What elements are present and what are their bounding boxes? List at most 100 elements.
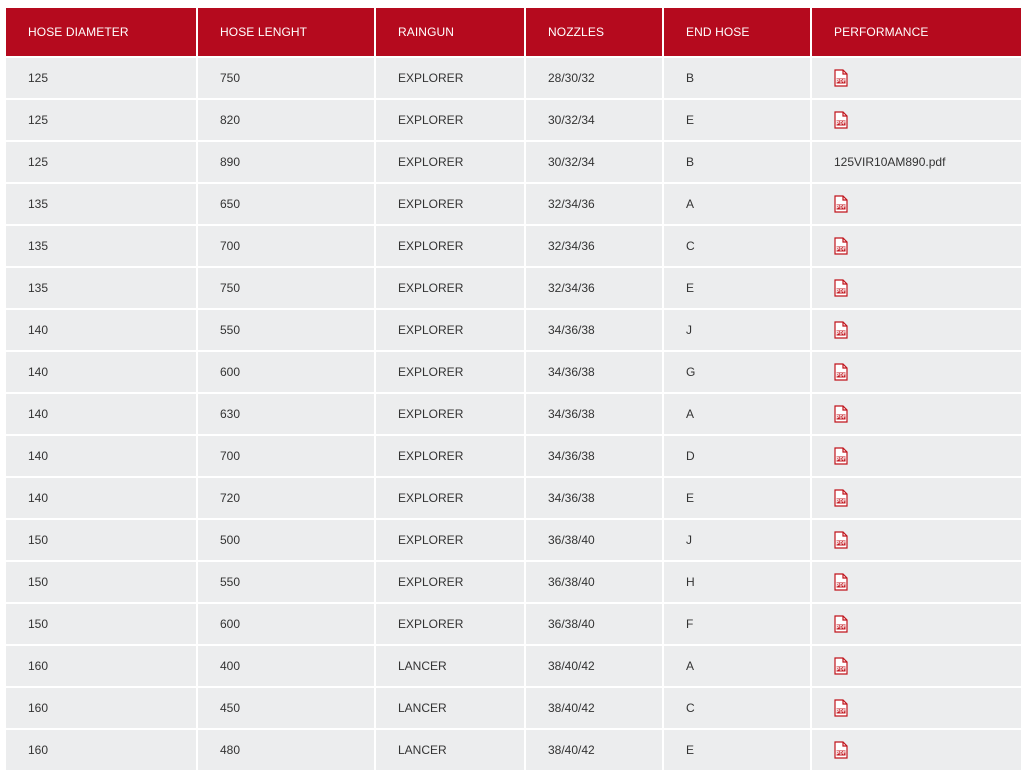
cell-hose-diameter: 150: [6, 520, 196, 560]
svg-text:PDF: PDF: [836, 121, 846, 126]
cell-performance: PDF: [812, 394, 1021, 434]
cell-hose-length: 750: [198, 268, 374, 308]
cell-hose-length: 500: [198, 520, 374, 560]
cell-hose-length: 450: [198, 688, 374, 728]
svg-text:PDF: PDF: [836, 667, 846, 672]
table-row: 160 400 LANCER 38/40/42 A PDF: [6, 646, 1021, 686]
cell-performance: PDF: [812, 184, 1021, 224]
table-row: 160 480 LANCER 38/40/42 E PDF: [6, 730, 1021, 770]
header-hose-diameter: HOSE DIAMETER: [6, 8, 196, 56]
cell-end-hose: E: [664, 478, 810, 518]
cell-hose-diameter: 125: [6, 58, 196, 98]
cell-nozzles: 32/34/36: [526, 184, 662, 224]
pdf-icon[interactable]: PDF: [834, 573, 848, 591]
pdf-icon[interactable]: PDF: [834, 195, 848, 213]
cell-nozzles: 36/38/40: [526, 562, 662, 602]
cell-hose-length: 600: [198, 604, 374, 644]
cell-nozzles: 38/40/42: [526, 646, 662, 686]
cell-end-hose: C: [664, 226, 810, 266]
pdf-icon[interactable]: PDF: [834, 531, 848, 549]
pdf-icon[interactable]: PDF: [834, 363, 848, 381]
cell-hose-diameter: 140: [6, 436, 196, 476]
cell-hose-diameter: 160: [6, 646, 196, 686]
cell-performance: PDF: [812, 58, 1021, 98]
table-row: 140 550 EXPLORER 34/36/38 J PDF: [6, 310, 1021, 350]
svg-text:PDF: PDF: [836, 373, 846, 378]
cell-hose-length: 750: [198, 58, 374, 98]
cell-end-hose: H: [664, 562, 810, 602]
svg-text:PDF: PDF: [836, 331, 846, 336]
cell-nozzles: 38/40/42: [526, 688, 662, 728]
pdf-icon[interactable]: PDF: [834, 69, 848, 87]
pdf-icon[interactable]: PDF: [834, 657, 848, 675]
cell-raingun: EXPLORER: [376, 436, 524, 476]
cell-hose-diameter: 140: [6, 352, 196, 392]
cell-end-hose: A: [664, 646, 810, 686]
pdf-icon[interactable]: PDF: [834, 741, 848, 759]
cell-performance: PDF: [812, 226, 1021, 266]
cell-end-hose: D: [664, 436, 810, 476]
pdf-icon[interactable]: PDF: [834, 615, 848, 633]
pdf-icon[interactable]: PDF: [834, 447, 848, 465]
cell-end-hose: E: [664, 730, 810, 770]
cell-raingun: EXPLORER: [376, 562, 524, 602]
cell-nozzles: 34/36/38: [526, 394, 662, 434]
cell-end-hose: A: [664, 394, 810, 434]
cell-nozzles: 34/36/38: [526, 478, 662, 518]
header-hose-length: HOSE LENGHT: [198, 8, 374, 56]
svg-text:PDF: PDF: [836, 415, 846, 420]
pdf-file-link[interactable]: 125VIR10AM890.pdf: [834, 155, 945, 169]
cell-hose-length: 650: [198, 184, 374, 224]
cell-nozzles: 34/36/38: [526, 352, 662, 392]
cell-performance: PDF: [812, 604, 1021, 644]
pdf-icon[interactable]: PDF: [834, 279, 848, 297]
cell-hose-diameter: 135: [6, 268, 196, 308]
pdf-icon[interactable]: PDF: [834, 405, 848, 423]
cell-hose-diameter: 135: [6, 226, 196, 266]
cell-raingun: EXPLORER: [376, 604, 524, 644]
cell-hose-length: 600: [198, 352, 374, 392]
cell-nozzles: 36/38/40: [526, 520, 662, 560]
table-row: 125 820 EXPLORER 30/32/34 E PDF: [6, 100, 1021, 140]
cell-end-hose: E: [664, 268, 810, 308]
cell-end-hose: F: [664, 604, 810, 644]
cell-nozzles: 34/36/38: [526, 310, 662, 350]
cell-performance: PDF: [812, 520, 1021, 560]
cell-raingun: LANCER: [376, 646, 524, 686]
cell-nozzles: 30/32/34: [526, 100, 662, 140]
table-body: 125 750 EXPLORER 28/30/32 B PDF 125 820 EXPLORER…: [6, 58, 1021, 770]
table-row: 125 750 EXPLORER 28/30/32 B PDF: [6, 58, 1021, 98]
cell-hose-diameter: 140: [6, 394, 196, 434]
cell-hose-diameter: 150: [6, 604, 196, 644]
table-row: 135 750 EXPLORER 32/34/36 E PDF: [6, 268, 1021, 308]
cell-hose-length: 550: [198, 562, 374, 602]
cell-end-hose: C: [664, 688, 810, 728]
pdf-icon[interactable]: PDF: [834, 489, 848, 507]
cell-hose-length: 550: [198, 310, 374, 350]
cell-raingun: EXPLORER: [376, 478, 524, 518]
table-row: 140 630 EXPLORER 34/36/38 A PDF: [6, 394, 1021, 434]
cell-performance: PDF: [812, 436, 1021, 476]
cell-nozzles: 32/34/36: [526, 268, 662, 308]
cell-hose-length: 630: [198, 394, 374, 434]
cell-end-hose: B: [664, 142, 810, 182]
cell-nozzles: 30/32/34: [526, 142, 662, 182]
cell-end-hose: G: [664, 352, 810, 392]
pdf-icon[interactable]: PDF: [834, 237, 848, 255]
cell-hose-length: 400: [198, 646, 374, 686]
cell-end-hose: B: [664, 58, 810, 98]
header-raingun: RAINGUN: [376, 8, 524, 56]
cell-hose-length: 820: [198, 100, 374, 140]
performance-table-container: HOSE DIAMETER HOSE LENGHT RAINGUN NOZZLE…: [4, 6, 1021, 772]
cell-nozzles: 36/38/40: [526, 604, 662, 644]
pdf-icon[interactable]: PDF: [834, 111, 848, 129]
cell-end-hose: E: [664, 100, 810, 140]
pdf-icon[interactable]: PDF: [834, 321, 848, 339]
cell-end-hose: J: [664, 520, 810, 560]
cell-hose-diameter: 160: [6, 730, 196, 770]
pdf-icon[interactable]: PDF: [834, 699, 848, 717]
svg-text:PDF: PDF: [836, 751, 846, 756]
cell-raingun: EXPLORER: [376, 352, 524, 392]
cell-raingun: LANCER: [376, 688, 524, 728]
cell-performance: PDF: [812, 562, 1021, 602]
